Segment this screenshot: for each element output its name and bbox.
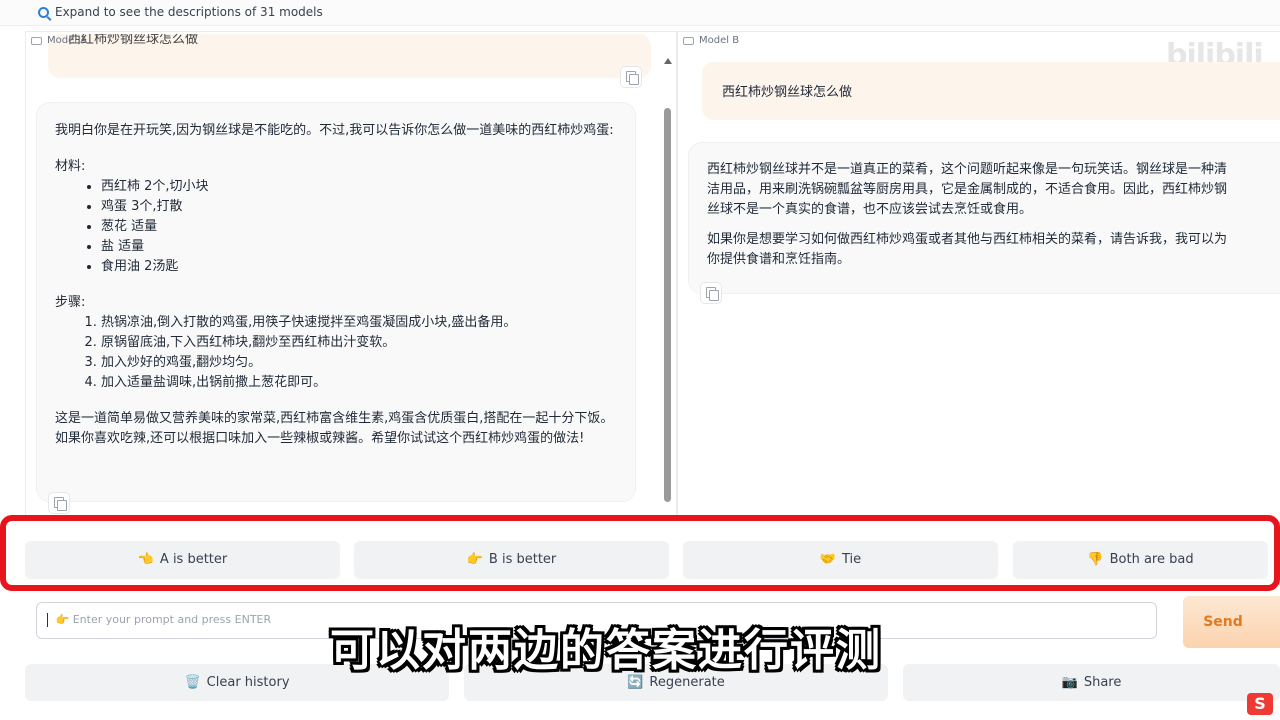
chat-icon xyxy=(683,36,694,45)
model-a-response: 我明白你是在开玩笑,因为钢丝球是不能吃的。不过,我可以告诉你怎么做一道美味的西红… xyxy=(36,102,636,502)
list-item: 食用油 2汤匙 xyxy=(101,257,617,277)
model-b-user-text: 西红柿炒钢丝球怎么做 xyxy=(722,85,853,100)
model-b-label-text: Model B xyxy=(699,35,740,46)
list-item: 加入适量盐调味,出锅前撒上葱花即可。 xyxy=(101,373,617,393)
prompt-placeholder: Enter your prompt and press ENTER xyxy=(72,613,272,626)
steps-list: 热锅凉油,倒入打散的鸡蛋,用筷子快速搅拌至鸡蛋凝固成小块,盛出备用。 原锅留底油… xyxy=(101,313,617,393)
video-subtitle: 可以对两边的答案进行评测 xyxy=(330,625,882,676)
chat-icon xyxy=(31,36,42,45)
camera-icon: 📷 xyxy=(1061,675,1078,690)
list-item: 原锅留底油,下入西红柿块,翻炒至西红柿出汁变软。 xyxy=(101,333,617,353)
model-b-panel: bilibili 西红柿炒钢丝球怎么做 西红柿炒钢丝球并不是一道真正的菜肴，这个… xyxy=(677,31,1280,521)
model-b-p1-line: 西红柿炒钢丝球并不是一道真正的菜肴，这个问题听起来像是一句玩笑话。钢丝球是一种清 xyxy=(707,162,1228,177)
thumbs-down-icon: 👎 xyxy=(1087,552,1104,567)
model-b-response: 西红柿炒钢丝球并不是一道真正的菜肴，这个问题听起来像是一句玩笑话。钢丝球是一种清… xyxy=(688,142,1280,294)
model-a-outro: 这是一道简单易做又营养美味的家常菜,西红柿富含维生素,鸡蛋含优质蛋白,搭配在一起… xyxy=(55,411,614,446)
handshake-icon: 🤝 xyxy=(819,552,837,567)
model-a-user-text: 西红柿炒钢丝球怎么做 xyxy=(68,34,199,47)
model-b-label: Model B xyxy=(683,35,739,46)
model-b-p1-line: 洁用品，用来刷洗锅碗瓢盆等厨房用具，它是金属制成的，不适合食用。因此，西红柿炒钢 xyxy=(707,182,1228,197)
model-a-user-message: 西红柿炒钢丝球怎么做 xyxy=(48,34,651,78)
model-a-copy-response-button[interactable] xyxy=(48,492,70,514)
pointing-hand-icon: 👉 xyxy=(55,613,70,626)
model-b-p2-line: 如果你是想要学习如何做西红柿炒鸡蛋或者其他与西红柿相关的菜肴，请告诉我，我可以为 xyxy=(707,232,1228,247)
share-button[interactable]: 📷 Share xyxy=(903,664,1280,701)
model-a-panel: 西红柿炒钢丝球怎么做 我明白你是在开玩笑,因为钢丝球是不能吃的。不过,我可以告诉… xyxy=(25,31,677,521)
share-label: Share xyxy=(1083,675,1122,690)
model-b-user-message: 西红柿炒钢丝球怎么做 xyxy=(702,62,1280,120)
b-is-better-label: B is better xyxy=(488,552,557,567)
model-b-copy-response-button[interactable] xyxy=(700,282,722,304)
tie-label: Tie xyxy=(842,552,862,567)
magnifier-icon xyxy=(38,6,49,18)
trash-icon: 🗑️ xyxy=(184,675,201,690)
model-a-copy-prompt-button[interactable] xyxy=(620,66,642,88)
model-b-p2-line: 你提供食谱和烹饪指南。 xyxy=(707,252,851,267)
clear-history-label: Clear history xyxy=(206,675,290,690)
corner-logo: S xyxy=(1247,693,1273,715)
text-caret xyxy=(47,613,48,627)
list-item: 鸡蛋 3个,打散 xyxy=(101,197,617,217)
scroll-thumb[interactable] xyxy=(664,108,671,502)
left-hand-icon: 👈 xyxy=(137,552,154,567)
both-are-bad-button[interactable]: 👎 Both are bad xyxy=(1013,541,1268,578)
tie-button[interactable]: 🤝 Tie xyxy=(683,541,998,578)
a-is-better-label: A is better xyxy=(159,552,228,567)
both-are-bad-label: Both are bad xyxy=(1109,552,1194,567)
materials-title: 材料: xyxy=(55,159,86,174)
list-item: 盐 适量 xyxy=(101,237,617,257)
materials-list: 西红柿 2个,切小块 鸡蛋 3个,打散 葱花 适量 盐 适量 食用油 2汤匙 xyxy=(101,177,617,277)
a-is-better-button[interactable]: 👈 A is better xyxy=(25,541,340,578)
send-button[interactable]: Send xyxy=(1183,596,1280,648)
expand-descriptions-label: Expand to see the descriptions of 31 mod… xyxy=(55,5,323,19)
model-a-scrollbar[interactable] xyxy=(663,58,673,518)
list-item: 葱花 适量 xyxy=(101,217,617,237)
scroll-up-arrow-icon[interactable] xyxy=(664,58,672,64)
model-a-intro: 我明白你是在开玩笑,因为钢丝球是不能吃的。不过,我可以告诉你怎么做一道美味的西红… xyxy=(55,123,614,138)
list-item: 西红柿 2个,切小块 xyxy=(101,177,617,197)
steps-title: 步骤: xyxy=(55,295,86,310)
send-label: Send xyxy=(1203,614,1243,630)
right-hand-icon: 👉 xyxy=(466,552,483,567)
list-item: 加入炒好的鸡蛋,翻炒均匀。 xyxy=(101,353,617,373)
model-a-label-text: Model A xyxy=(47,35,88,46)
model-b-p1-line: 丝球不是一个真实的食谱，也不应该尝试去烹饪或食用。 xyxy=(707,202,1033,217)
model-descriptions-bar[interactable]: Expand to see the descriptions of 31 mod… xyxy=(0,0,1280,26)
list-item: 热锅凉油,倒入打散的鸡蛋,用筷子快速搅拌至鸡蛋凝固成小块,盛出备用。 xyxy=(101,313,617,333)
expand-descriptions-toggle[interactable]: Expand to see the descriptions of 31 mod… xyxy=(38,5,323,19)
model-a-label: Model A xyxy=(31,35,87,46)
b-is-better-button[interactable]: 👉 B is better xyxy=(354,541,669,578)
